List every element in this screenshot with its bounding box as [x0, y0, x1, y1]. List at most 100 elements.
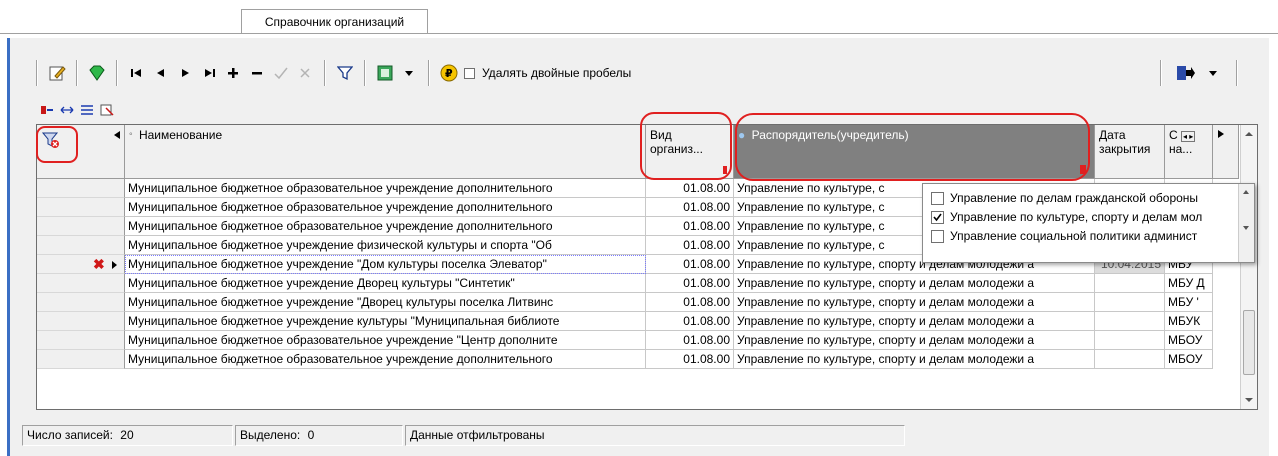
- cell-short[interactable]: МБОУ: [1165, 350, 1213, 369]
- cell-manager[interactable]: Управление по культуре, спорту и делам м…: [734, 293, 1095, 312]
- toolbar-separator: [1160, 60, 1162, 86]
- scroll-up-icon[interactable]: [1241, 127, 1257, 141]
- export-icon[interactable]: [374, 62, 396, 84]
- filter-option[interactable]: Управление социальной политики админист: [931, 226, 1197, 246]
- exit-icon[interactable]: [1174, 62, 1196, 84]
- column-scroll-arrows-icon[interactable]: ◂ ▸: [1181, 131, 1196, 142]
- cell-short[interactable]: МБУ Д: [1165, 274, 1213, 293]
- cell-name[interactable]: Муниципальное бюджетное учреждение Дворе…: [125, 274, 646, 293]
- cell-type[interactable]: 01.08.00: [646, 312, 734, 331]
- toolbar-separator: [428, 60, 430, 86]
- edit-icon[interactable]: [46, 62, 68, 84]
- cell-manager[interactable]: Управление по культуре, спорту и делам м…: [734, 331, 1095, 350]
- columns-scroll-right[interactable]: [1213, 125, 1239, 179]
- expand-columns-icon[interactable]: [60, 104, 74, 119]
- insert-icon[interactable]: [40, 104, 54, 119]
- main-toolbar: ₽ Удалять двойные пробелы: [30, 56, 631, 90]
- scroll-up-icon[interactable]: [1239, 186, 1253, 198]
- records-count-label: Число записей:: [27, 428, 113, 442]
- table-row[interactable]: Муниципальное бюджетное образовательное …: [37, 331, 1257, 350]
- cancel-edit-icon[interactable]: [294, 62, 316, 84]
- add-record-icon[interactable]: [222, 62, 244, 84]
- cell-name[interactable]: Муниципальное бюджетное учреждение "Двор…: [125, 293, 646, 312]
- cell-type[interactable]: 01.08.00: [646, 331, 734, 350]
- scrollbar-thumb[interactable]: [1243, 310, 1255, 375]
- filter-option[interactable]: Управление по делам гражданской обороны: [931, 188, 1198, 208]
- filter-option[interactable]: Управление по культуре, спорту и делам м…: [931, 207, 1202, 227]
- manager-filter-popup: Управление по делам гражданской обороны У…: [922, 183, 1255, 263]
- scroll-left-icon[interactable]: [113, 129, 121, 143]
- column-header-name[interactable]: ° Наименование: [125, 125, 646, 179]
- row-indicator[interactable]: [37, 331, 125, 350]
- next-record-icon[interactable]: [174, 62, 196, 84]
- ruble-icon[interactable]: ₽: [438, 62, 460, 84]
- prev-record-icon[interactable]: [150, 62, 172, 84]
- remove-double-spaces-checkbox[interactable]: [464, 67, 475, 79]
- cell-name[interactable]: Муниципальное бюджетное образовательное …: [125, 198, 646, 217]
- scroll-down-icon[interactable]: [1241, 393, 1257, 407]
- popup-scrollbar[interactable]: [1238, 184, 1254, 262]
- table-row[interactable]: Муниципальное бюджетное образовательное …: [37, 350, 1257, 369]
- column-settings-icon[interactable]: [100, 104, 114, 119]
- row-indicator[interactable]: [37, 274, 125, 293]
- cell-closed[interactable]: [1095, 331, 1165, 350]
- column-list-icon[interactable]: [80, 104, 94, 119]
- row-indicator[interactable]: [37, 179, 125, 198]
- first-record-icon[interactable]: [126, 62, 148, 84]
- cell-name[interactable]: Муниципальное бюджетное учреждение "Дом …: [125, 255, 646, 274]
- table-row[interactable]: Муниципальное бюджетное учреждение "Двор…: [37, 293, 1257, 312]
- filter-option-label: Управление социальной политики админист: [950, 229, 1198, 243]
- row-indicator[interactable]: [37, 198, 125, 217]
- filter-option-checkbox[interactable]: [931, 211, 944, 225]
- row-indicator[interactable]: [37, 236, 125, 255]
- cell-type[interactable]: 01.08.00: [646, 179, 734, 198]
- cell-closed[interactable]: [1095, 274, 1165, 293]
- table-row[interactable]: Муниципальное бюджетное учреждение Дворе…: [37, 274, 1257, 293]
- cell-name[interactable]: Муниципальное бюджетное образовательное …: [125, 331, 646, 350]
- row-indicator[interactable]: [37, 217, 125, 236]
- last-record-icon[interactable]: [198, 62, 220, 84]
- chevron-down-icon[interactable]: [1202, 62, 1224, 84]
- row-indicator[interactable]: ✖: [37, 255, 125, 274]
- row-indicator[interactable]: [37, 350, 125, 369]
- cell-name[interactable]: Муниципальное бюджетное образовательное …: [125, 350, 646, 369]
- cell-short[interactable]: МБУК: [1165, 312, 1213, 331]
- row-indicator[interactable]: [37, 312, 125, 331]
- gem-icon[interactable]: [86, 62, 108, 84]
- scroll-down-icon[interactable]: [1239, 222, 1253, 234]
- cell-closed[interactable]: [1095, 350, 1165, 369]
- cell-name[interactable]: Муниципальное бюджетное учреждение физич…: [125, 236, 646, 255]
- records-count: Число записей: 20: [22, 425, 233, 446]
- cell-type[interactable]: 01.08.00: [646, 198, 734, 217]
- cell-closed[interactable]: [1095, 312, 1165, 331]
- cell-type[interactable]: 01.08.00: [646, 293, 734, 312]
- column-header-close-date[interactable]: Дата закрытия: [1095, 125, 1165, 179]
- cell-name[interactable]: Муниципальное бюджетное образовательное …: [125, 217, 646, 236]
- deleted-mark-icon: ✖: [93, 256, 105, 272]
- cell-name[interactable]: Муниципальное бюджетное учреждение культ…: [125, 312, 646, 331]
- grid-mini-toolbar: [40, 104, 114, 119]
- table-row[interactable]: Муниципальное бюджетное учреждение культ…: [37, 312, 1257, 331]
- row-indicator[interactable]: [37, 293, 125, 312]
- cell-manager[interactable]: Управление по культуре, спорту и делам м…: [734, 350, 1095, 369]
- confirm-icon[interactable]: [270, 62, 292, 84]
- cell-type[interactable]: 01.08.00: [646, 350, 734, 369]
- delete-record-icon[interactable]: [246, 62, 268, 84]
- cell-type[interactable]: 01.08.00: [646, 236, 734, 255]
- grid-vertical-scrollbar[interactable]: [1240, 125, 1257, 409]
- filter-icon[interactable]: [334, 62, 356, 84]
- cell-manager[interactable]: Управление по культуре, спорту и делам м…: [734, 312, 1095, 331]
- cell-short[interactable]: МБУ ': [1165, 293, 1213, 312]
- cell-closed[interactable]: [1095, 293, 1165, 312]
- filter-option-checkbox[interactable]: [931, 230, 944, 244]
- cell-manager[interactable]: Управление по культуре, спорту и делам м…: [734, 274, 1095, 293]
- cell-type[interactable]: 01.08.00: [646, 274, 734, 293]
- chevron-down-icon[interactable]: [398, 62, 420, 84]
- filter-option-checkbox[interactable]: [931, 192, 944, 206]
- cell-name[interactable]: Муниципальное бюджетное образовательное …: [125, 179, 646, 198]
- column-header-short-name[interactable]: С ◂ ▸ на...: [1165, 125, 1213, 179]
- cell-type[interactable]: 01.08.00: [646, 255, 734, 274]
- cell-type[interactable]: 01.08.00: [646, 217, 734, 236]
- cell-short[interactable]: МБОУ: [1165, 331, 1213, 350]
- tab-organizations-directory[interactable]: Справочник организаций: [241, 9, 428, 34]
